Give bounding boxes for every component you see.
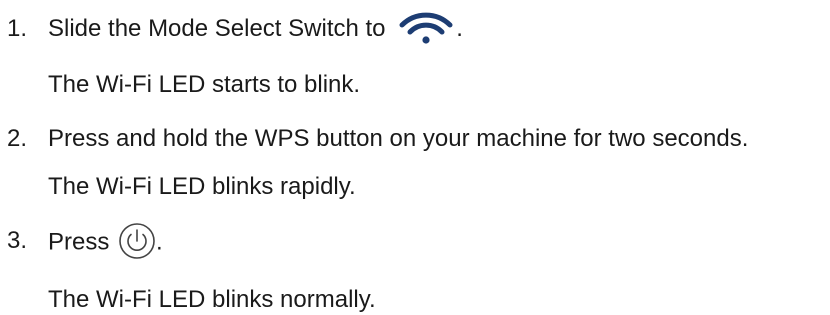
step-instruction-punctuation: . [156, 228, 163, 256]
step-instruction: Press . [48, 223, 163, 260]
step-number: 2. [7, 125, 28, 152]
step-number: 3. [7, 227, 28, 254]
power-button-icon [119, 223, 155, 259]
step-instruction-text: Slide the Mode Select Switch to [48, 15, 386, 42]
step-number: 1. [7, 15, 28, 42]
step-result: The Wi-Fi LED blinks rapidly. [48, 173, 356, 200]
step-instruction-text: Press [48, 228, 110, 256]
wifi-icon [399, 12, 453, 44]
step-result: The Wi-Fi LED blinks normally. [48, 286, 376, 313]
step-instruction: Slide the Mode Select Switch to . [48, 12, 463, 45]
step-result: The Wi-Fi LED starts to blink. [48, 71, 361, 98]
step-instruction-punctuation: . [456, 15, 463, 42]
step-instruction: Press and hold the WPS button on your ma… [48, 125, 749, 152]
